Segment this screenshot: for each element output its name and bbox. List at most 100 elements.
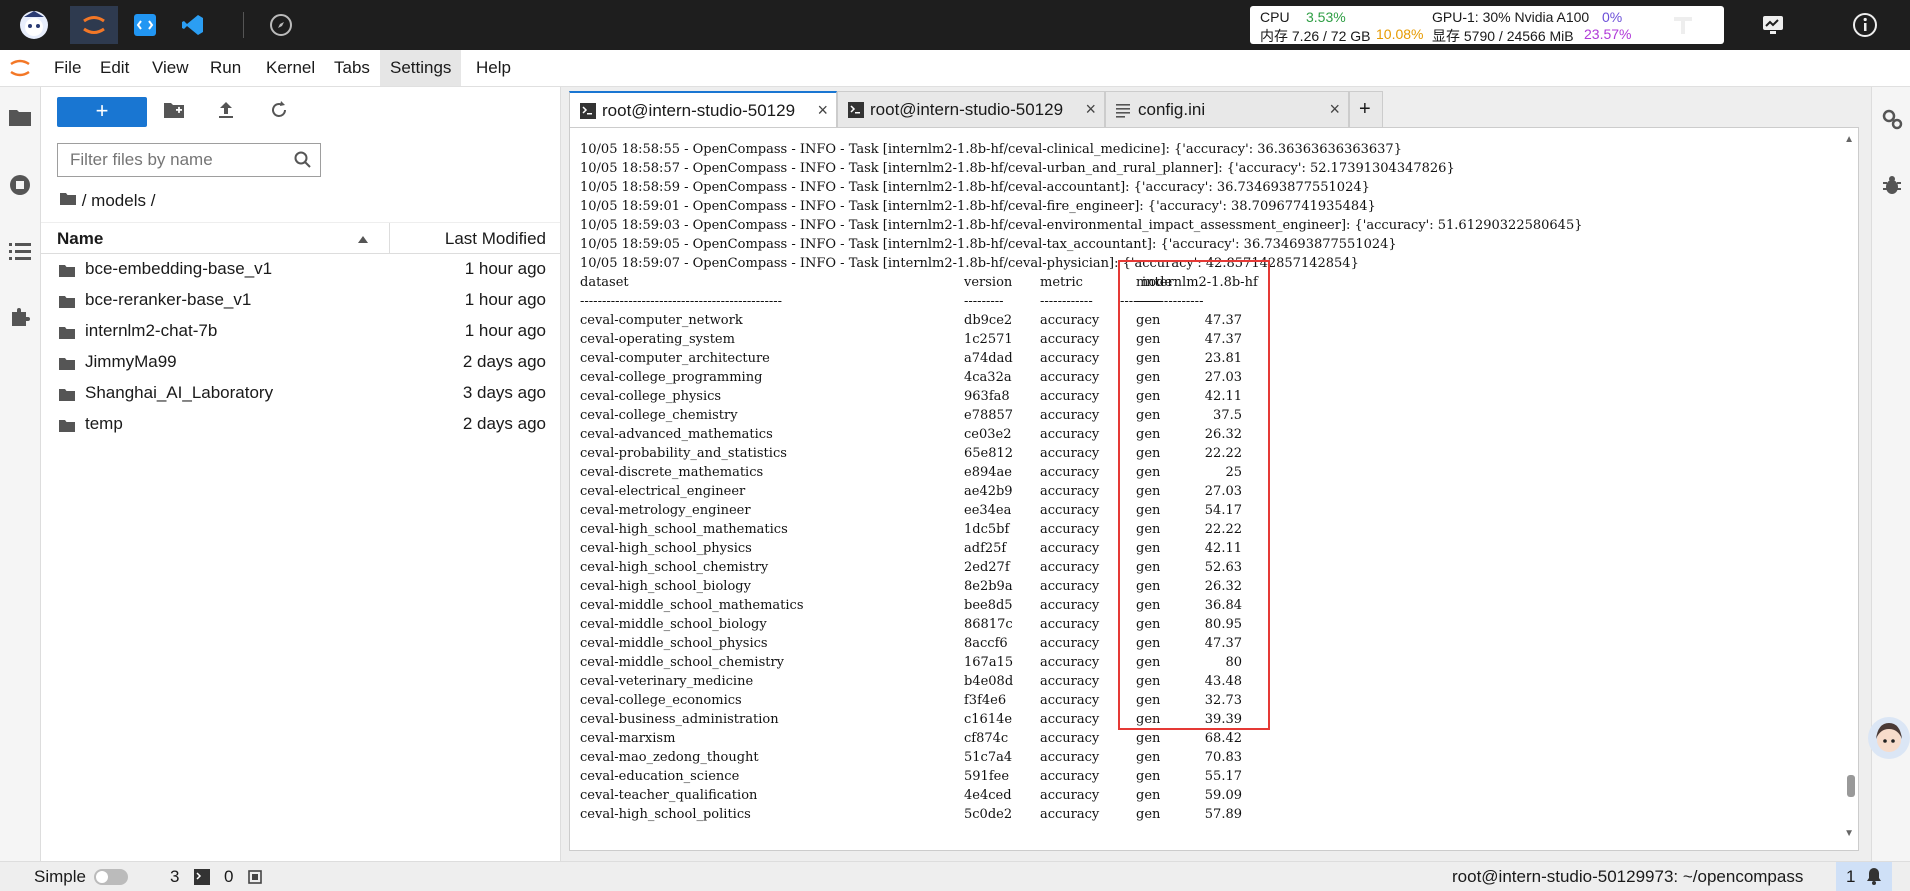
bell-icon[interactable] <box>1864 866 1884 891</box>
jupyter-app-icon[interactable] <box>70 6 118 44</box>
menu-tabs[interactable]: Tabs <box>324 50 380 86</box>
folder-icon <box>59 324 75 344</box>
menu-help[interactable]: Help <box>466 50 521 86</box>
dataset-cell: ceval-advanced_mathematics <box>580 427 773 442</box>
vram-label: 显存 5790 / 24566 MiB <box>1432 28 1574 44</box>
dataset-cell: ceval-operating_system <box>580 332 735 347</box>
version-cell: 2ed27f <box>964 560 1010 575</box>
info-icon[interactable] <box>1850 6 1880 44</box>
menu-view[interactable]: View <box>142 50 199 86</box>
file-row[interactable]: temp 2 days ago <box>41 408 560 439</box>
column-name-header[interactable]: Name <box>57 229 103 249</box>
refresh-icon[interactable] <box>269 100 289 125</box>
property-inspector-gear-icon[interactable] <box>1880 107 1904 136</box>
simple-mode-toggle[interactable] <box>94 869 128 885</box>
search-icon[interactable] <box>294 151 312 174</box>
tab-terminal-2[interactable]: root@intern-studio-50129 × <box>837 91 1105 127</box>
scrollbar-thumb[interactable] <box>1847 775 1855 797</box>
file-name: bce-reranker-base_v1 <box>85 290 252 309</box>
folder-icon[interactable] <box>8 107 32 132</box>
score-cell: 55.17 <box>1204 769 1242 784</box>
metric-cell: accuracy <box>1040 427 1100 442</box>
version-cell: 5c0de2 <box>964 807 1013 822</box>
file-row[interactable]: JimmyMa99 2 days ago <box>41 346 560 377</box>
dataset-cell: ceval-veterinary_medicine <box>580 674 754 689</box>
version-cell: ae42b9 <box>964 484 1013 499</box>
text-file-icon <box>1116 102 1130 123</box>
studio-logo[interactable] <box>12 6 56 44</box>
menu-kernel[interactable]: Kernel <box>256 50 325 86</box>
upload-icon[interactable] <box>217 100 235 125</box>
tab-terminal-1[interactable]: root@intern-studio-50129 × <box>569 91 837 127</box>
metric-cell: accuracy <box>1040 446 1100 461</box>
cpu-label: CPU <box>1260 9 1290 25</box>
dataset-cell: ceval-middle_school_mathematics <box>580 598 804 613</box>
extensions-puzzle-icon[interactable] <box>8 305 32 334</box>
terminal-output[interactable]: 10/05 18:58:55 - OpenCompass - INFO - Ta… <box>569 127 1859 851</box>
metric-cell: accuracy <box>1040 332 1100 347</box>
terminal-status-icon[interactable] <box>194 869 210 890</box>
version-cell: 167a15 <box>964 655 1014 670</box>
kernel-count[interactable]: 0 <box>224 867 233 887</box>
dataset-cell: ceval-college_physics <box>580 389 722 404</box>
header-dataset: dataset <box>580 275 629 290</box>
file-row[interactable]: Shanghai_AI_Laboratory 3 days ago <box>41 377 560 408</box>
add-tab-button[interactable]: + <box>1349 91 1383 127</box>
close-icon[interactable]: × <box>1329 99 1340 120</box>
plus-icon: + <box>1359 98 1371 120</box>
filter-files-input[interactable] <box>68 144 292 176</box>
running-stop-icon[interactable] <box>8 173 32 202</box>
right-sidebar <box>1868 87 1910 861</box>
menu-edit[interactable]: Edit <box>90 50 139 86</box>
metric-cell: accuracy <box>1040 579 1100 594</box>
terminal-icon <box>848 102 864 123</box>
compass-icon[interactable] <box>266 6 296 44</box>
menu-settings[interactable]: Settings <box>380 50 462 86</box>
breadcrumb-path[interactable]: / models / <box>82 191 156 210</box>
close-icon[interactable]: × <box>817 100 828 121</box>
tab-config-ini[interactable]: config.ini × <box>1105 91 1349 127</box>
metric-cell: accuracy <box>1040 788 1100 803</box>
file-modified: 3 days ago <box>462 383 546 402</box>
dataset-cell: ceval-business_administration <box>580 712 779 727</box>
breadcrumb-folder-icon[interactable] <box>59 192 77 206</box>
menu-file[interactable]: File <box>44 50 91 86</box>
file-row[interactable]: bce-embedding-base_v1 1 hour ago <box>41 253 560 284</box>
file-list-header: Name Last Modified <box>41 222 560 254</box>
dataset-cell: ceval-college_chemistry <box>580 408 738 423</box>
left-activity-bar <box>0 87 41 861</box>
code-app-icon[interactable] <box>130 6 160 44</box>
notification-count[interactable]: 1 <box>1846 867 1855 887</box>
new-folder-icon[interactable] <box>163 101 185 124</box>
vscode-icon[interactable] <box>178 6 208 44</box>
metric-cell: accuracy <box>1040 636 1100 651</box>
version-cell: 591fee <box>964 769 1010 784</box>
scroll-down-arrow-icon[interactable]: ▼ <box>1844 828 1854 839</box>
score-cell: 59.09 <box>1204 788 1242 803</box>
kernel-status-icon[interactable] <box>246 868 264 891</box>
version-cell: a74dad <box>964 351 1013 366</box>
assistant-avatar[interactable] <box>1868 717 1910 759</box>
metric-cell: accuracy <box>1040 769 1100 784</box>
new-launcher-button[interactable]: + <box>57 97 147 127</box>
status-bar: Simple 3 0 root@intern-studio-50129973: … <box>0 861 1910 891</box>
debugger-bug-icon[interactable] <box>1880 173 1904 202</box>
file-row[interactable]: bce-reranker-base_v1 1 hour ago <box>41 284 560 315</box>
table-of-contents-icon[interactable] <box>8 241 32 266</box>
close-icon[interactable]: × <box>1085 99 1096 120</box>
metric-cell: accuracy <box>1040 807 1100 822</box>
file-row[interactable]: internlm2-chat-7b 1 hour ago <box>41 315 560 346</box>
metric-cell: accuracy <box>1040 674 1100 689</box>
menu-run[interactable]: Run <box>200 50 251 86</box>
metric-cell: accuracy <box>1040 465 1100 480</box>
terminal-count[interactable]: 3 <box>170 867 179 887</box>
scroll-up-arrow-icon[interactable]: ▲ <box>1844 134 1854 145</box>
column-modified-header[interactable]: Last Modified <box>445 229 546 249</box>
gpu-label: GPU-1: 30% Nvidia A100 <box>1432 9 1590 25</box>
file-modified: 2 days ago <box>462 352 546 371</box>
brand-t-icon[interactable] <box>1668 6 1698 44</box>
monitor-icon[interactable] <box>1758 6 1788 44</box>
log-line: 10/05 18:59:05 - OpenCompass - INFO - Ta… <box>580 237 1397 252</box>
sort-ascending-icon[interactable] <box>357 229 369 249</box>
resource-stats-panel: CPU 3.53% 内存 7.26 / 72 GB 10.08% GPU-1: … <box>1250 6 1724 44</box>
